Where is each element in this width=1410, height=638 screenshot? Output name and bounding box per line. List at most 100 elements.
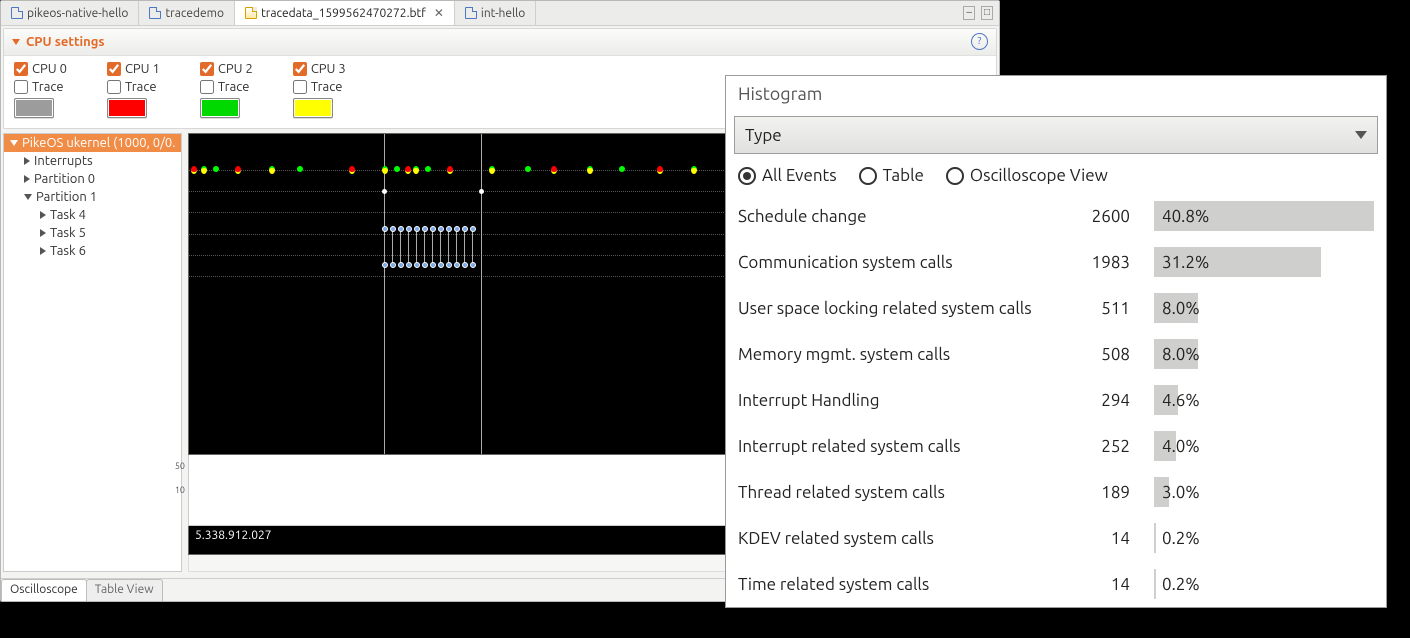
cpu-checkbox[interactable]: CPU 2 bbox=[200, 62, 253, 76]
histogram-row-bar-cell: 8.0% bbox=[1142, 331, 1386, 377]
histogram-row[interactable]: Schedule change260040.8% bbox=[726, 193, 1386, 239]
histogram-row-bar-cell: 0.2% bbox=[1142, 561, 1386, 607]
cpu-checkbox-input[interactable] bbox=[293, 62, 307, 76]
cpu-settings-title: CPU settings bbox=[26, 35, 105, 49]
trace-checkbox[interactable]: Trace bbox=[200, 80, 250, 94]
histogram-row-bar-cell: 3.0% bbox=[1142, 469, 1386, 515]
cpu-color-swatch[interactable] bbox=[107, 98, 147, 118]
trace-file-icon bbox=[245, 7, 257, 19]
panel-controls: ‒ □ bbox=[957, 6, 999, 20]
cpu-checkbox[interactable]: CPU 3 bbox=[293, 62, 346, 76]
histogram-row-bar-cell: 31.2% bbox=[1142, 239, 1386, 285]
histogram-row[interactable]: Memory mgmt. system calls5088.0% bbox=[726, 331, 1386, 377]
trace-label: Trace bbox=[32, 80, 64, 94]
cpu-checkbox[interactable]: CPU 0 bbox=[14, 62, 67, 76]
histogram-row-pct: 31.2% bbox=[1162, 253, 1209, 272]
histogram-row[interactable]: Time related system calls140.2% bbox=[726, 561, 1386, 607]
trace-checkbox[interactable]: Trace bbox=[14, 80, 64, 94]
histogram-bar: 4.0% bbox=[1154, 431, 1176, 461]
histogram-row-pct: 8.0% bbox=[1162, 345, 1200, 364]
tree-item[interactable]: Partition 0 bbox=[4, 170, 181, 188]
cpu-checkbox-input[interactable] bbox=[14, 62, 28, 76]
histogram-radio[interactable]: Oscilloscope View bbox=[946, 166, 1108, 185]
editor-tab-active[interactable]: tracedata_1599562470272.btf ✕ bbox=[235, 1, 455, 25]
trace-event-marker bbox=[657, 166, 663, 174]
histogram-row-count: 252 bbox=[1058, 423, 1142, 469]
histogram-row[interactable]: Thread related system calls1893.0% bbox=[726, 469, 1386, 515]
histogram-row[interactable]: User space locking related system calls5… bbox=[726, 285, 1386, 331]
trace-event-marker bbox=[201, 166, 207, 174]
cpu-column: CPU 3 Trace bbox=[293, 62, 346, 118]
trace-label: Trace bbox=[311, 80, 343, 94]
file-icon bbox=[11, 7, 23, 19]
editor-tab-label: pikeos-native-hello bbox=[27, 7, 128, 20]
time-cursor[interactable] bbox=[384, 134, 385, 454]
tree-item-label: Partition 0 bbox=[34, 172, 95, 186]
cpu-checkbox-input[interactable] bbox=[107, 62, 121, 76]
trace-event-marker bbox=[551, 166, 557, 174]
chevron-right-icon bbox=[24, 157, 30, 165]
maximize-panel-button[interactable]: □ bbox=[981, 6, 993, 20]
trace-checkbox-input[interactable] bbox=[14, 80, 28, 94]
trace-checkbox-input[interactable] bbox=[107, 80, 121, 94]
cpu-checkbox[interactable]: CPU 1 bbox=[107, 62, 160, 76]
help-icon[interactable]: ? bbox=[971, 33, 988, 50]
editor-tab[interactable]: pikeos-native-hello bbox=[1, 1, 139, 25]
tree-item[interactable]: Task 6 bbox=[4, 242, 181, 260]
histogram-row[interactable]: Interrupt Handling2944.6% bbox=[726, 377, 1386, 423]
tree-item[interactable]: Interrupts bbox=[4, 152, 181, 170]
trace-event-marker bbox=[525, 166, 531, 172]
trace-checkbox[interactable]: Trace bbox=[293, 80, 343, 94]
histogram-row-bar-cell: 8.0% bbox=[1142, 285, 1386, 331]
tree-item[interactable]: Task 5 bbox=[4, 224, 181, 242]
cpu-color-swatch[interactable] bbox=[14, 98, 54, 118]
view-tab-oscilloscope[interactable]: Oscilloscope bbox=[1, 579, 87, 601]
histogram-radio[interactable]: Table bbox=[859, 166, 924, 185]
radio-icon bbox=[738, 167, 756, 185]
cpu-settings-header[interactable]: CPU settings ? bbox=[4, 29, 996, 56]
cpu-color-swatch[interactable] bbox=[293, 98, 333, 118]
histogram-type-select[interactable]: Type bbox=[734, 116, 1378, 154]
time-cursor[interactable] bbox=[481, 134, 482, 454]
trace-checkbox-input[interactable] bbox=[200, 80, 214, 94]
histogram-row-count: 508 bbox=[1058, 331, 1142, 377]
tree-root[interactable]: PikeOS ukernel (1000, 0/0. bbox=[4, 134, 181, 152]
cpu-color-swatch[interactable] bbox=[200, 98, 240, 118]
histogram-row[interactable]: Communication system calls198331.2% bbox=[726, 239, 1386, 285]
histogram-row-pct: 0.2% bbox=[1162, 529, 1200, 548]
histogram-radio[interactable]: All Events bbox=[738, 166, 837, 185]
editor-tab-label: int-hello bbox=[481, 7, 525, 20]
radio-icon bbox=[946, 167, 964, 185]
cpu-label: CPU 2 bbox=[218, 62, 253, 76]
histogram-row-pct: 0.2% bbox=[1162, 575, 1200, 594]
time-start: 5.338.912.027 bbox=[195, 529, 272, 551]
trace-event-marker bbox=[213, 166, 219, 172]
histogram-row-count: 2600 bbox=[1058, 193, 1142, 239]
histogram-row-pct: 8.0% bbox=[1162, 299, 1200, 318]
histogram-row[interactable]: Interrupt related system calls2524.0% bbox=[726, 423, 1386, 469]
trace-event-marker bbox=[349, 166, 355, 174]
task-tree: PikeOS ukernel (1000, 0/0. Interrupts Par… bbox=[3, 133, 182, 572]
close-icon[interactable]: ✕ bbox=[434, 6, 444, 20]
histogram-row-count: 189 bbox=[1058, 469, 1142, 515]
tree-root-label: PikeOS ukernel (1000, 0/0. bbox=[22, 136, 175, 150]
histogram-bar: 31.2% bbox=[1154, 247, 1321, 277]
editor-tab[interactable]: tracedemo bbox=[139, 1, 235, 25]
histogram-row-name: Time related system calls bbox=[726, 561, 1058, 607]
histogram-bar: 8.0% bbox=[1154, 339, 1198, 369]
histogram-popup: Histogram Type All EventsTableOscillosco… bbox=[725, 75, 1387, 608]
editor-tab[interactable]: int-hello bbox=[455, 1, 536, 25]
minimize-panel-button[interactable]: ‒ bbox=[963, 6, 975, 20]
tree-item[interactable]: Task 4 bbox=[4, 206, 181, 224]
trace-checkbox-input[interactable] bbox=[293, 80, 307, 94]
tree-item[interactable]: Partition 1 bbox=[4, 188, 181, 206]
histogram-row[interactable]: KDEV related system calls140.2% bbox=[726, 515, 1386, 561]
view-tab-table[interactable]: Table View bbox=[86, 579, 163, 601]
cpu-checkbox-input[interactable] bbox=[200, 62, 214, 76]
mini-y-label: 50 bbox=[175, 461, 185, 471]
radio-icon bbox=[859, 167, 877, 185]
trace-label: Trace bbox=[218, 80, 250, 94]
cpu-label: CPU 0 bbox=[32, 62, 67, 76]
trace-checkbox[interactable]: Trace bbox=[107, 80, 157, 94]
trace-event-marker bbox=[425, 166, 431, 172]
